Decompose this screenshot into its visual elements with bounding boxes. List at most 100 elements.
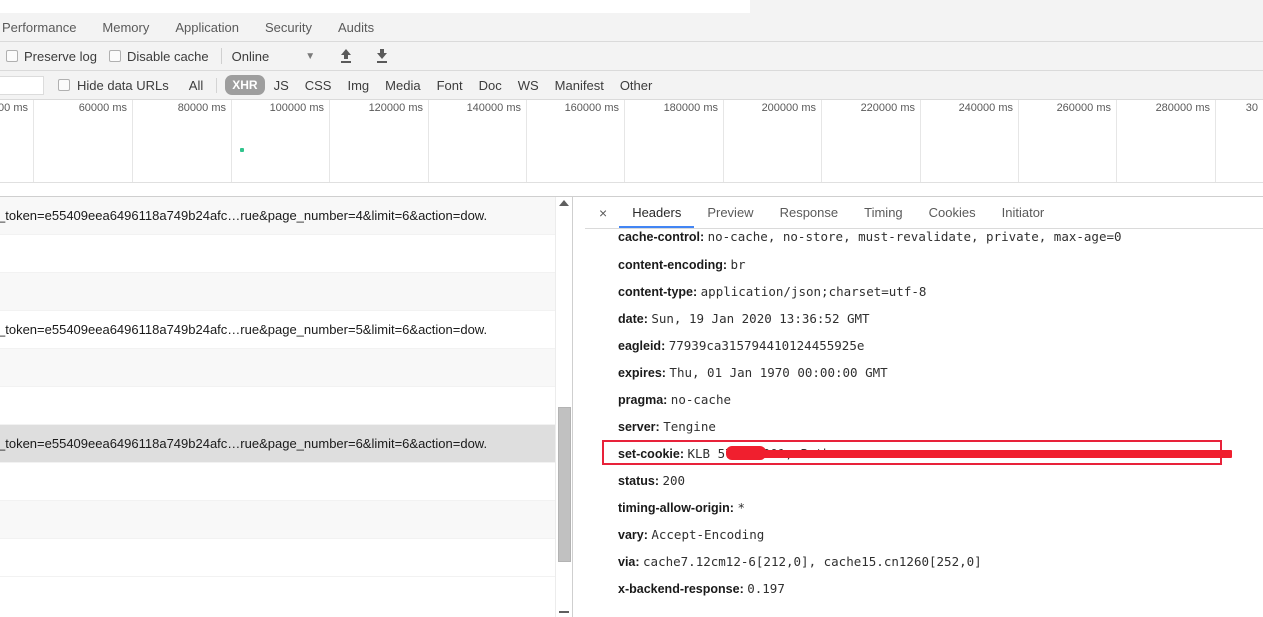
details-tab-headers[interactable]: Headers [619, 198, 695, 228]
header-row: cache-control: no-cache, no-store, must-… [618, 229, 1263, 251]
response-headers-list[interactable]: cache-control: no-cache, no-store, must-… [585, 229, 1263, 617]
header-key: timing-allow-origin: [618, 501, 738, 515]
request-row[interactable] [0, 235, 572, 273]
filter-type-doc[interactable]: Doc [472, 76, 509, 95]
details-tab-cookies[interactable]: Cookies [916, 198, 989, 228]
header-row: x-backend-response: 0.197 [618, 575, 1263, 602]
timeline-tick [1018, 100, 1019, 182]
throttling-select[interactable]: Online ▼ [232, 49, 315, 64]
header-value: no-cache, no-store, must-revalidate, pri… [707, 229, 1122, 244]
header-key: set-cookie: [618, 447, 688, 461]
request-row[interactable] [0, 349, 572, 387]
upload-arrow-icon[interactable] [339, 48, 353, 64]
timeline-tick-label: 80000 ms [177, 102, 226, 114]
header-key: via: [618, 555, 644, 569]
filter-type-ws[interactable]: WS [511, 76, 546, 95]
filter-type-xhr[interactable]: XHR [225, 75, 265, 95]
close-icon[interactable]: × [585, 198, 619, 228]
filter-type-css[interactable]: CSS [298, 76, 339, 95]
request-list[interactable]: _token=e55409eea6496118a749b24afc…rue&pa… [0, 197, 572, 617]
disable-cache-label: Disable cache [126, 48, 209, 64]
preserve-log-checkbox[interactable] [6, 50, 18, 62]
header-key: date: [618, 312, 652, 326]
request-row[interactable] [0, 273, 572, 311]
hide-data-urls-label: Hide data URLs [77, 77, 169, 93]
request-row[interactable]: _token=e55409eea6496118a749b24afc…rue&pa… [0, 425, 572, 463]
header-value-hidden [710, 446, 718, 461]
disable-cache-toggle[interactable]: Disable cache [108, 48, 209, 64]
header-value: KLB [687, 446, 711, 461]
header-key: status: [618, 474, 663, 488]
filter-type-font[interactable]: Font [430, 76, 470, 95]
devtools-panel-tabs[interactable]: Performance Memory Application Security … [0, 13, 1263, 42]
network-overview-timeline[interactable]: 00 ms 60000 ms 80000 ms 100000 ms 120000 ms 1… [0, 100, 1263, 197]
header-value: * [737, 500, 745, 515]
disable-cache-checkbox[interactable] [108, 50, 121, 62]
timeline-tick [821, 100, 822, 182]
header-key: content-type: [618, 285, 701, 299]
timeline-tick-label: 140000 ms [466, 102, 521, 114]
filter-type-manifest[interactable]: Manifest [548, 76, 611, 95]
panel-tab-security[interactable]: Security [252, 14, 325, 41]
devtools-window: Performance Memory Application Security … [0, 0, 1263, 617]
filter-type-other[interactable]: Other [613, 76, 660, 95]
request-row[interactable] [0, 539, 572, 577]
request-row[interactable]: _token=e55409eea6496118a749b24afc…rue&pa… [0, 311, 572, 349]
filter-type-all[interactable]: All [182, 76, 210, 95]
timeline-tick-label: 100000 ms [269, 102, 324, 114]
header-value: 77939ca315794410124455925e [668, 338, 865, 353]
header-value: no-cache [670, 392, 732, 407]
filter-type-img[interactable]: Img [340, 76, 376, 95]
request-url: _token=e55409eea6496118a749b24afc…rue&pa… [0, 322, 488, 337]
header-value: 0.197 [747, 581, 785, 596]
request-list-scrollbar[interactable] [555, 197, 572, 617]
details-tab-preview[interactable]: Preview [694, 198, 766, 228]
timeline-tick-label: 60000 ms [78, 102, 127, 114]
timeline-tick-label: 200000 ms [761, 102, 816, 114]
filter-type-media[interactable]: Media [378, 76, 427, 95]
filter-divider [216, 77, 218, 93]
header-row: content-type: application/json;charset=u… [618, 278, 1263, 305]
details-tab-bar: × Headers Preview Response Timing Cookie… [585, 197, 1263, 229]
scroll-down-arrow-icon[interactable] [559, 611, 569, 613]
hide-data-urls-toggle[interactable]: Hide data URLs [58, 78, 169, 93]
panel-tab-application[interactable]: Application [162, 14, 252, 41]
preserve-log-toggle[interactable]: Preserve log [6, 49, 97, 64]
filter-type-js[interactable]: JS [267, 76, 296, 95]
hide-data-urls-checkbox[interactable] [58, 79, 70, 91]
header-value-tail: 579441001; Path [717, 446, 831, 461]
header-key: pragma: [618, 393, 671, 407]
timeline-tick-label: 30 [1245, 102, 1258, 114]
timeline-tick [526, 100, 527, 182]
header-value: application/json;charset=utf-8 [700, 284, 927, 299]
panel-tab-audits[interactable]: Audits [325, 14, 387, 41]
request-row[interactable] [0, 387, 572, 425]
har-actions [339, 48, 389, 64]
details-tab-initiator[interactable]: Initiator [989, 198, 1058, 228]
scroll-up-arrow-icon[interactable] [559, 200, 569, 206]
timeline-tick-label: 220000 ms [860, 102, 915, 114]
request-row[interactable] [0, 501, 572, 539]
header-value: 200 [662, 473, 686, 488]
header-row: status: 200 [618, 467, 1263, 494]
panel-tab-performance[interactable]: Performance [0, 14, 89, 41]
request-row[interactable] [0, 463, 572, 501]
details-tab-response[interactable]: Response [767, 198, 852, 228]
download-arrow-icon[interactable] [375, 48, 389, 64]
panel-tab-memory[interactable]: Memory [89, 14, 162, 41]
filter-search-input[interactable] [0, 75, 44, 95]
timeline-request-marker[interactable] [240, 148, 244, 152]
details-tab-timing[interactable]: Timing [851, 198, 916, 228]
header-row: timing-allow-origin: * [618, 494, 1263, 521]
network-filter-bar: Hide data URLs All XHR JS CSS Img Media … [0, 71, 1263, 100]
request-details-panel: × Headers Preview Response Timing Cookie… [585, 197, 1263, 617]
scrollbar-thumb[interactable] [558, 407, 571, 562]
timeline-tick [723, 100, 724, 182]
header-value: cache7.12cm12-6[212,0], cache15.cn1260[2… [643, 554, 982, 569]
timeline-tick [1215, 100, 1216, 182]
timeline-tick-label: 280000 ms [1155, 102, 1210, 114]
timeline-tick-label: 260000 ms [1056, 102, 1111, 114]
header-value: Sun, 19 Jan 2020 13:36:52 GMT [651, 311, 870, 326]
header-key: cache-control: [618, 230, 708, 244]
request-row[interactable]: _token=e55409eea6496118a749b24afc…rue&pa… [0, 197, 572, 235]
